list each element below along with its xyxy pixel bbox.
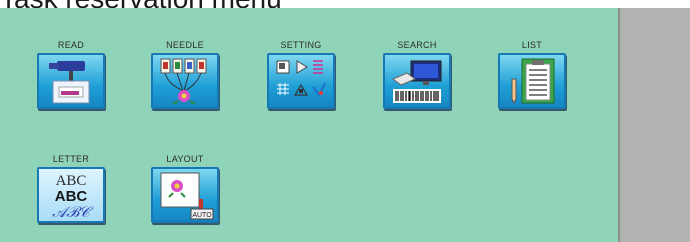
read-button[interactable] — [37, 53, 105, 109]
side-panel — [618, 8, 690, 242]
menu-item-needle[interactable]: NEEDLE — [144, 39, 226, 109]
menu-item-search[interactable]: SEARCH — [376, 39, 458, 109]
menu-item-list[interactable]: LIST — [491, 39, 573, 109]
letter-glyph-script: 𝒜ℬ𝒞 — [52, 205, 94, 221]
menu-item-label: READ — [57, 40, 85, 50]
letter-glyph-serif: ABC — [56, 173, 87, 189]
menu-item-label: SEARCH — [397, 40, 437, 50]
layout-button[interactable]: AUTO — [151, 167, 219, 223]
menu-item-label: SETTING — [280, 40, 322, 50]
menu-item-read[interactable]: READ — [30, 39, 112, 109]
list-button[interactable] — [498, 53, 566, 109]
letter-glyph-sans: ABC — [55, 188, 88, 205]
auto-badge-label: AUTO — [192, 212, 212, 219]
layout-icon: AUTO — [160, 172, 214, 220]
list-icon — [511, 58, 555, 105]
needle-button[interactable] — [151, 53, 219, 109]
menu-item-label: LAYOUT — [166, 154, 204, 164]
letter-icon: ABC ABC 𝒜ℬ𝒞 — [52, 173, 94, 221]
letter-button[interactable]: ABC ABC 𝒜ℬ𝒞 — [37, 167, 105, 223]
needle-icon — [160, 58, 207, 105]
search-icon — [392, 60, 442, 103]
menu-item-layout[interactable]: LAYOUT AUTO — [144, 153, 226, 223]
setting-button[interactable] — [267, 53, 335, 109]
search-button[interactable] — [383, 53, 451, 109]
menu-item-letter[interactable]: LETTER ABC ABC 𝒜ℬ𝒞 — [30, 153, 112, 223]
menu-item-label: LIST — [521, 40, 543, 50]
read-icon — [49, 61, 90, 104]
menu-item-setting[interactable]: SETTING — [260, 39, 342, 109]
setting-icon — [276, 60, 326, 97]
menu-item-label: LETTER — [52, 154, 90, 164]
task-menu-panel: READ NEEDLE SETTING SEARCH LIST LETTER A… — [0, 8, 618, 242]
menu-item-label: NEEDLE — [166, 40, 204, 50]
